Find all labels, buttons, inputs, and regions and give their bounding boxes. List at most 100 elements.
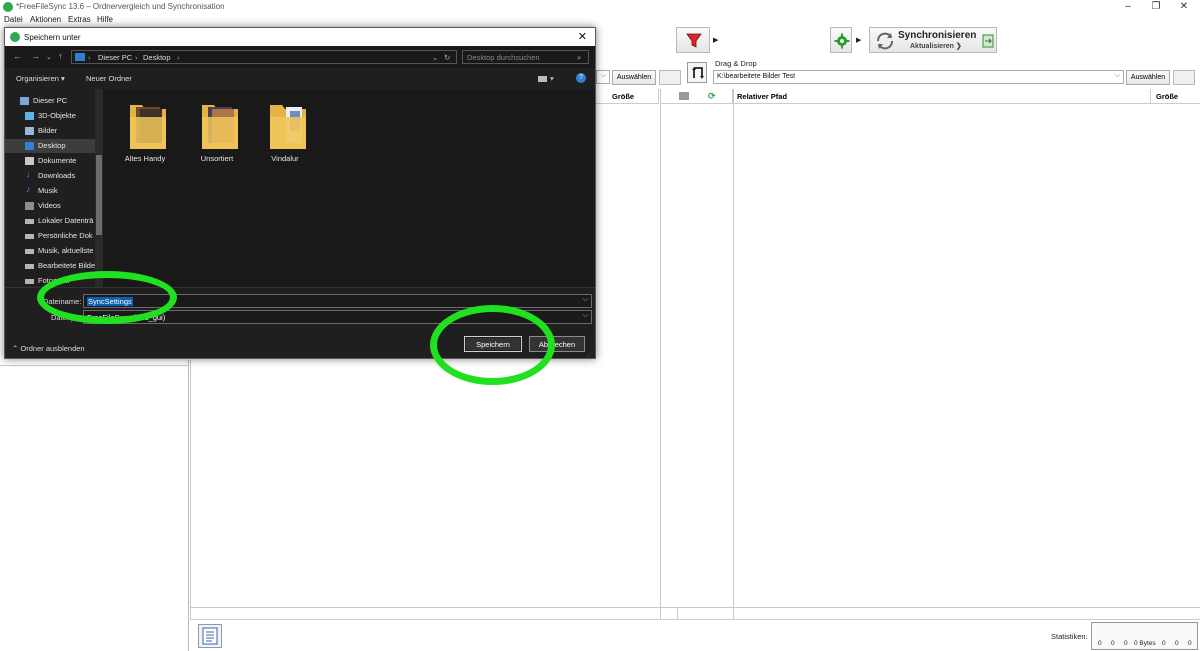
middle-header: ⟳ xyxy=(661,89,733,104)
freefilesync-icon xyxy=(10,32,20,42)
sidebar-item-local-drive[interactable]: Lokaler Datenträ xyxy=(5,214,95,228)
organize-button[interactable]: Organisieren ▾ xyxy=(16,74,65,83)
close-icon[interactable]: ✕ xyxy=(1174,1,1194,12)
menu-hilfe[interactable]: Hilfe xyxy=(97,15,113,24)
forward-arrow-icon[interactable]: → xyxy=(31,51,40,61)
sidebar-item-pictures[interactable]: Bilder xyxy=(5,124,95,138)
filename-input[interactable]: SyncSettings ⌵ xyxy=(83,294,592,308)
right-path-header[interactable]: Relativer Pfad xyxy=(733,89,1151,104)
address-bar[interactable]: › Dieser PC › Desktop › ⌄ ↻ xyxy=(71,50,457,64)
sidebar-item-drive-edited[interactable]: Bearbeitete Bilde xyxy=(5,259,95,273)
pc-icon xyxy=(20,97,29,105)
address-dropdown-icon[interactable]: ⌄ xyxy=(432,53,438,62)
sidebar-item-documents[interactable]: Dokumente xyxy=(5,154,95,168)
right-path-value: K:\bearbeitete Bilder Test xyxy=(717,73,796,80)
file-list-area: Altes Handy Unsortiert Vindalur xyxy=(103,89,595,287)
synchronize-button[interactable]: Synchronisieren Aktualisieren ❯ xyxy=(869,27,997,53)
stat-bytes: 0 Bytes xyxy=(1134,640,1156,647)
drive-icon xyxy=(25,234,34,239)
sidebar-item-drive-music[interactable]: Musik, aktuellste xyxy=(5,244,95,258)
left-path-field[interactable]: ⌵ xyxy=(596,70,610,84)
sync-icon xyxy=(877,32,893,50)
left-browse-button[interactable]: Auswählen xyxy=(612,70,656,85)
stat-right-create: 0 xyxy=(1162,640,1166,647)
music-icon: ♪ xyxy=(26,184,31,194)
left-config-panel xyxy=(0,360,189,651)
chevron-down-icon[interactable]: ⌵ xyxy=(601,72,606,80)
left-cloud-button[interactable] xyxy=(659,70,681,85)
chevron-down-icon[interactable]: ⌵ xyxy=(583,296,588,304)
folder-unsortiert[interactable]: Unsortiert xyxy=(187,97,247,167)
swap-sides-button[interactable] xyxy=(687,62,707,83)
drive-icon xyxy=(25,279,34,284)
hide-folders-toggle[interactable]: ⌃ Ordner ausblenden xyxy=(12,344,85,353)
chevron-down-icon[interactable]: ⌵ xyxy=(1115,72,1120,80)
menu-datei[interactable]: Datei xyxy=(4,15,23,24)
sidebar-item-this-pc[interactable]: Dieser PC xyxy=(5,94,95,108)
statistics-box: 0 0 0 0 Bytes 0 0 0 xyxy=(1091,622,1198,650)
drive-icon xyxy=(25,249,34,254)
help-icon[interactable]: ? xyxy=(576,73,586,83)
drag-drop-label: Drag & Drop xyxy=(715,59,757,68)
folder-altes-handy[interactable]: Altes Handy xyxy=(115,97,175,167)
filetype-select[interactable]: FreeFileSync (*.ffs_gui) ⌵ xyxy=(83,310,592,324)
stat-right-delete: 0 xyxy=(1188,640,1192,647)
back-arrow-icon[interactable]: ← xyxy=(13,51,22,61)
filetype-label: Dateityp: xyxy=(51,313,81,322)
grid-footer-line xyxy=(190,607,1200,608)
recent-locations-icon[interactable]: ⌄ xyxy=(46,53,52,61)
view-options-icon[interactable] xyxy=(538,76,547,82)
sidebar-scroll-thumb[interactable] xyxy=(96,155,102,235)
new-folder-button[interactable]: Neuer Ordner xyxy=(86,74,132,83)
show-log-button[interactable] xyxy=(198,624,222,648)
right-size-header[interactable]: Größe xyxy=(1151,89,1200,104)
resize-grip-icon[interactable]: ⋰ xyxy=(587,351,593,358)
filter-dropdown-icon[interactable]: ▶ xyxy=(713,36,718,44)
sidebar-item-videos[interactable]: Videos xyxy=(5,199,95,213)
folder-vindalur[interactable]: Vindalur xyxy=(255,97,315,167)
up-arrow-icon[interactable]: ↑ xyxy=(58,51,63,61)
folder-label: Vindalur xyxy=(271,154,299,163)
videos-icon xyxy=(25,202,34,210)
cancel-button[interactable]: Abbrechen xyxy=(529,336,585,352)
breadcrumb-this-pc[interactable]: Dieser PC xyxy=(98,53,132,62)
restore-icon[interactable]: ❐ xyxy=(1146,1,1166,12)
search-input[interactable]: Desktop durchsuchen ⌕ xyxy=(462,50,589,64)
settings-button[interactable] xyxy=(830,27,852,53)
menu-extras[interactable]: Extras xyxy=(68,15,91,24)
log-icon xyxy=(202,627,218,645)
breadcrumb-separator-icon: › xyxy=(177,53,180,62)
desktop-location-icon xyxy=(75,53,85,61)
sidebar-item-drive-archive[interactable]: Fotoarchi xyxy=(5,274,95,287)
sidebar-item-desktop[interactable]: Desktop xyxy=(5,139,95,153)
settings-dropdown-icon[interactable]: ▶ xyxy=(856,36,861,44)
folder-icon xyxy=(270,105,306,149)
right-cloud-button[interactable] xyxy=(1173,70,1195,85)
middle-grid-divider xyxy=(733,89,734,619)
sidebar-item-music[interactable]: ♪ Musik xyxy=(5,184,95,198)
right-browse-button[interactable]: Auswählen xyxy=(1126,70,1170,85)
menu-aktionen[interactable]: Aktionen xyxy=(30,15,61,24)
checkbox-column-icon xyxy=(679,92,689,100)
right-path-field[interactable]: K:\bearbeitete Bilder Test ⌵ xyxy=(713,70,1124,84)
folder-label: Altes Handy xyxy=(124,154,166,163)
download-icon: ↓ xyxy=(26,169,31,179)
sidebar-item-drive-personal[interactable]: Persönliche Dok xyxy=(5,229,95,243)
chevron-down-icon[interactable]: ⌵ xyxy=(583,312,588,320)
view-dropdown-icon[interactable]: ▾ xyxy=(550,74,554,83)
sidebar-scrollbar[interactable] xyxy=(95,89,103,287)
sync-variant: Aktualisieren ❯ xyxy=(910,43,962,50)
sidebar-item-3d-objects[interactable]: 3D-Objekte xyxy=(5,109,95,123)
breadcrumb-desktop[interactable]: Desktop xyxy=(143,53,171,62)
menu-bar: Datei Aktionen Extras Hilfe xyxy=(0,14,1200,26)
desktop-icon xyxy=(25,142,34,150)
sidebar-item-downloads[interactable]: ↓ Downloads xyxy=(5,169,95,183)
save-button[interactable]: Speichern xyxy=(464,336,522,352)
filter-button[interactable] xyxy=(676,27,710,53)
freefilesync-icon xyxy=(3,2,13,12)
filename-value: SyncSettings xyxy=(87,297,133,306)
refresh-icon[interactable]: ↻ xyxy=(444,53,450,62)
left-size-header[interactable]: Größe xyxy=(596,89,659,104)
minimize-icon[interactable]: – xyxy=(1118,1,1138,12)
dialog-close-icon[interactable]: ✕ xyxy=(578,30,587,43)
